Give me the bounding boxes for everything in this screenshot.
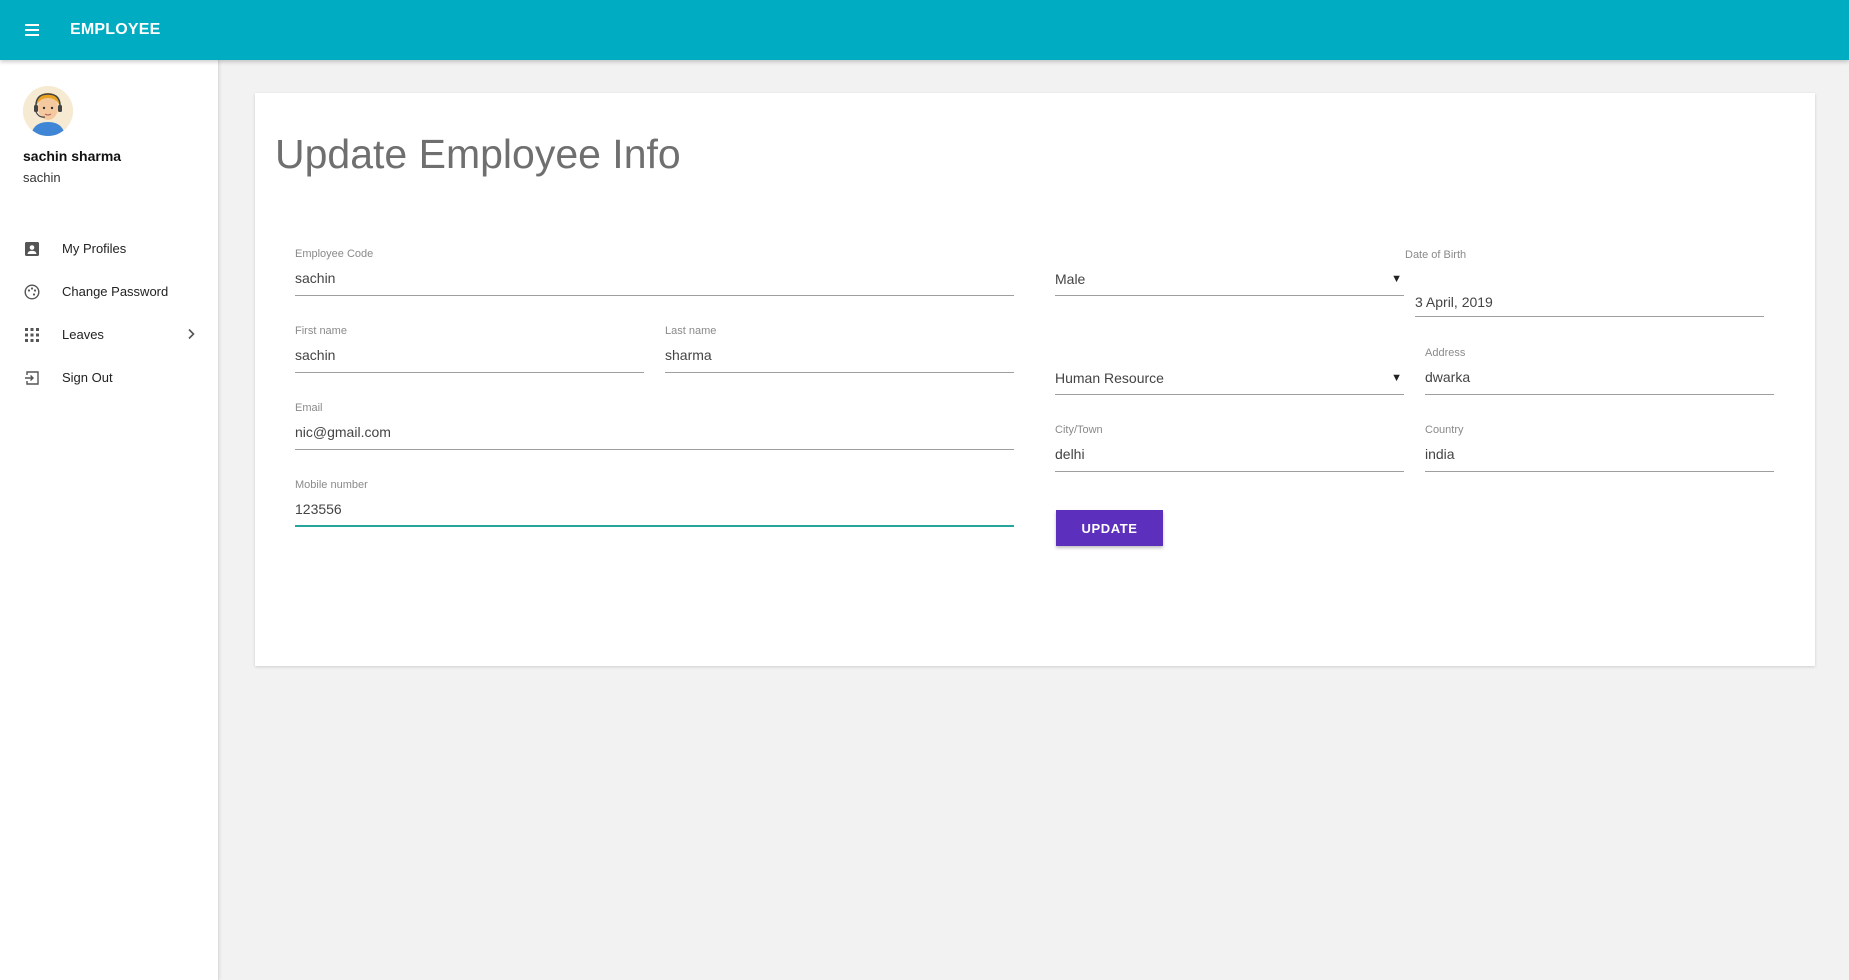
date-of-birth-input[interactable]: [1415, 292, 1764, 312]
sidebar-item-my-profiles[interactable]: My Profiles: [0, 229, 219, 269]
employee-code-field: Employee Code: [295, 248, 1014, 296]
page-title: Update Employee Info: [275, 131, 681, 177]
apps-grid-icon: [25, 328, 39, 342]
last-name-field: Last name: [665, 325, 1014, 373]
hamburger-menu-icon[interactable]: [20, 18, 44, 42]
sidebar: sachin sharma sachin My Profiles Change …: [0, 60, 219, 980]
sidebar-item-leaves[interactable]: Leaves: [0, 315, 219, 355]
app-title: EMPLOYEE: [70, 21, 161, 38]
first-name-input[interactable]: [295, 345, 644, 365]
mobile-number-label: Mobile number: [295, 479, 368, 491]
address-input[interactable]: [1425, 367, 1774, 387]
last-name-input[interactable]: [665, 345, 1014, 365]
input-underline: [295, 449, 1014, 450]
country-input[interactable]: [1425, 444, 1774, 464]
select-underline: [1055, 394, 1404, 395]
sidebar-item-label: My Profiles: [62, 241, 127, 256]
date-of-birth-field: Date of Birth: [1405, 249, 1764, 317]
input-underline: [1415, 316, 1764, 317]
gender-select-value: Male: [1055, 271, 1086, 287]
input-underline: [665, 372, 1014, 373]
email-field: Email: [295, 402, 1014, 450]
last-name-label: Last name: [665, 325, 717, 337]
input-underline: [1055, 471, 1404, 472]
user-name: sachin sharma: [23, 148, 122, 164]
mobile-number-input[interactable]: [295, 499, 1014, 519]
dropdown-caret-icon: ▼: [1391, 273, 1402, 285]
city-label: City/Town: [1055, 424, 1103, 436]
department-select-value: Human Resource: [1055, 370, 1164, 386]
city-field: City/Town: [1055, 424, 1404, 472]
account-box-icon: [25, 242, 39, 256]
input-underline: [295, 295, 1014, 296]
first-name-label: First name: [295, 325, 347, 337]
employee-code-input[interactable]: [295, 268, 1014, 288]
input-underline: [295, 372, 644, 373]
sidebar-item-label: Change Password: [62, 284, 169, 299]
select-underline: [1055, 295, 1404, 296]
address-field: Address: [1425, 347, 1774, 395]
address-label: Address: [1425, 347, 1466, 359]
update-button[interactable]: UPDATE: [1056, 510, 1163, 546]
country-field: Country: [1425, 424, 1774, 472]
app-header: EMPLOYEE: [0, 0, 1849, 60]
date-of-birth-label: Date of Birth: [1405, 249, 1467, 261]
first-name-field: First name: [295, 325, 644, 373]
input-underline-focused: [295, 525, 1014, 527]
country-label: Country: [1425, 424, 1464, 436]
update-employee-card: Update Employee Info Employee Code First…: [255, 93, 1815, 666]
exit-to-app-icon: [25, 371, 39, 385]
employee-code-label: Employee Code: [295, 248, 374, 260]
mobile-number-field: Mobile number: [295, 479, 1014, 527]
avatar-headset-icon: [23, 86, 73, 136]
user-username: sachin: [23, 170, 61, 185]
sidebar-item-label: Leaves: [62, 327, 104, 342]
email-label: Email: [295, 402, 323, 414]
input-underline: [1425, 471, 1774, 472]
input-underline: [1425, 394, 1774, 395]
avatar: [23, 86, 73, 136]
sidebar-item-sign-out[interactable]: Sign Out: [0, 358, 219, 398]
chevron-right-icon: [188, 328, 195, 340]
city-input[interactable]: [1055, 444, 1404, 464]
sidebar-item-change-password[interactable]: Change Password: [0, 272, 219, 312]
gender-select[interactable]: Male ▼: [1055, 271, 1404, 296]
department-select[interactable]: Human Resource ▼: [1055, 370, 1404, 395]
email-input[interactable]: [295, 422, 1014, 442]
palette-icon: [24, 284, 40, 300]
dropdown-caret-icon: ▼: [1391, 372, 1402, 384]
sidebar-item-label: Sign Out: [62, 370, 113, 385]
